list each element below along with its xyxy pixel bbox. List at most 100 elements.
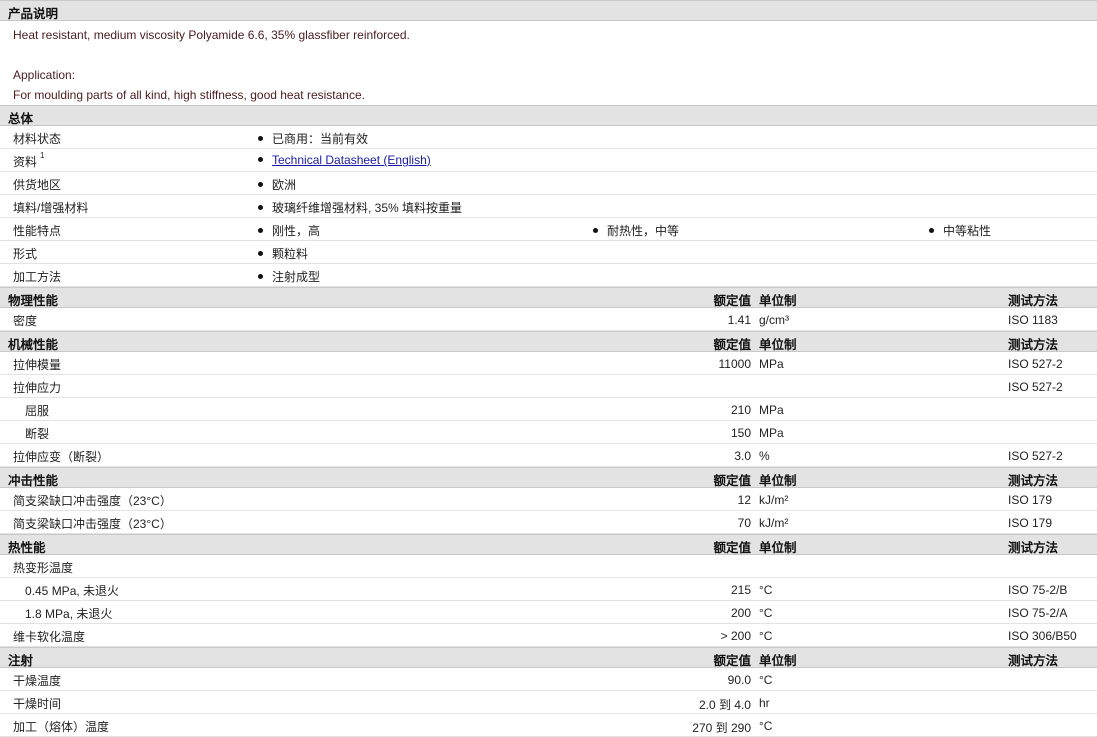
property-unit: °C — [759, 606, 773, 620]
test-method: ISO 527-2 — [1008, 449, 1063, 463]
section-title: 机械性能 — [8, 338, 59, 352]
section-header-thermal: 热性能 额定值 单位制 测试方法 — [0, 534, 1097, 555]
application-heading: Application: — [13, 68, 76, 82]
property-value: 90.0 — [727, 673, 751, 687]
column-header-value: 额定值 — [713, 474, 751, 488]
bullet-text: 玻璃纤维增强材料, 35% 填料按重量 — [272, 201, 463, 215]
test-method: ISO 1183 — [1008, 313, 1058, 327]
property-row: 热变形温度 — [0, 555, 1097, 578]
test-method: ISO 527-2 — [1008, 380, 1063, 394]
property-label: 0.45 MPa, 未退火 — [25, 584, 120, 598]
general-row: 材料状态 已商用：当前有效 — [0, 126, 1097, 149]
property-label: 干燥温度 — [13, 674, 62, 688]
property-unit: MPa — [759, 403, 784, 417]
column-header-value: 额定值 — [713, 338, 751, 352]
property-value: 200 — [730, 606, 751, 620]
property-value: 215 — [730, 583, 751, 597]
property-value: 210 — [730, 403, 751, 417]
section-title: 物理性能 — [8, 294, 59, 308]
general-row: 填料/增强材料 玻璃纤维增强材料, 35% 填料按重量 — [0, 195, 1097, 218]
column-header-unit: 单位制 — [759, 294, 797, 308]
bullet-text: 刚性，高 — [272, 224, 321, 238]
column-header-unit: 单位制 — [759, 654, 797, 668]
property-unit: hr — [759, 696, 770, 710]
general-rows: 材料状态 已商用：当前有效资料 1 Technical Datasheet (Engl… — [0, 126, 1097, 287]
property-row: 密度 1.41 g/cm³ ISO 1183 — [0, 308, 1097, 331]
property-value: 1.41 — [727, 313, 751, 327]
column-header-unit: 单位制 — [759, 338, 797, 352]
property-unit: kJ/m² — [759, 516, 789, 530]
footnote-marker: 1 — [40, 151, 45, 160]
bullet-text: 注射成型 — [272, 270, 321, 284]
property-value: 270 到 290 — [692, 721, 751, 735]
bullet-dot — [258, 136, 263, 142]
property-value: 3.0 — [734, 449, 751, 463]
property-label: 简支梁缺口冲击强度（23°C） — [13, 494, 172, 508]
bullet-text: 欧洲 — [272, 178, 297, 192]
test-method: ISO 179 — [1008, 493, 1053, 507]
property-unit: °C — [759, 673, 773, 687]
property-row: 拉伸模量 11000 MPa ISO 527-2 — [0, 352, 1097, 375]
application-text: For moulding parts of all kind, high sti… — [13, 88, 365, 102]
section-header-injection: 注射 额定值 单位制 测试方法 — [0, 647, 1097, 668]
section-header-general: 总体 — [0, 105, 1097, 126]
property-unit: °C — [759, 719, 773, 733]
bullet-dot — [258, 274, 263, 280]
property-row: 维卡软化温度 > 200 °C ISO 306/B50 — [0, 624, 1097, 647]
row-label: 加工方法 — [13, 270, 62, 284]
bullet-item: 中等粘性 — [929, 222, 991, 239]
section-header-impact: 冲击性能 额定值 单位制 测试方法 — [0, 467, 1097, 488]
general-row: 供货地区 欧洲 — [0, 172, 1097, 195]
row-label: 资料 1 — [13, 151, 45, 169]
test-method: ISO 527-2 — [1008, 357, 1063, 371]
property-unit: MPa — [759, 426, 784, 440]
general-row: 加工方法 注射成型 — [0, 264, 1097, 287]
bullet-dot — [593, 228, 598, 234]
column-header-method: 测试方法 — [1008, 338, 1059, 352]
property-row: 断裂 150 MPa — [0, 421, 1097, 444]
section-title: 产品说明 — [8, 7, 59, 21]
general-row: 性能特点 刚性，高 耐热性，中等 中等粘性 — [0, 218, 1097, 241]
property-value: > 200 — [720, 629, 751, 643]
column-header-unit: 单位制 — [759, 541, 797, 555]
property-value: 150 — [730, 426, 751, 440]
row-label: 形式 — [13, 247, 38, 261]
property-row: 简支梁缺口冲击强度（23°C） 12 kJ/m² ISO 179 — [0, 488, 1097, 511]
property-unit: kJ/m² — [759, 493, 789, 507]
column-header-method: 测试方法 — [1008, 294, 1059, 308]
test-method: ISO 75-2/B — [1008, 583, 1068, 597]
bullet-text: 颗粒料 — [272, 247, 309, 261]
property-label: 屈服 — [25, 404, 50, 418]
column-header-value: 额定值 — [713, 541, 751, 555]
test-method: ISO 179 — [1008, 516, 1053, 530]
bullet-dot — [258, 182, 263, 188]
property-row: 0.45 MPa, 未退火 215 °C ISO 75-2/B — [0, 578, 1097, 601]
bullet-item: 颗粒料 — [258, 245, 308, 262]
property-label: 拉伸应力 — [13, 381, 62, 395]
bullet-text: 耐热性，中等 — [607, 224, 680, 238]
column-header-unit: 单位制 — [759, 474, 797, 488]
bullet-dot — [258, 157, 263, 163]
bullet-text: 已商用：当前有效 — [272, 132, 369, 146]
property-label: 拉伸应变（断裂） — [13, 450, 110, 464]
property-label: 维卡软化温度 — [13, 630, 86, 644]
bullet-item: 已商用：当前有效 — [258, 130, 368, 147]
row-label: 填料/增强材料 — [13, 201, 89, 215]
column-header-value: 额定值 — [713, 294, 751, 308]
row-label: 材料状态 — [13, 132, 62, 146]
property-label: 密度 — [13, 314, 38, 328]
bullet-item: 注射成型 — [258, 268, 320, 285]
property-unit: °C — [759, 629, 773, 643]
property-value: 2.0 到 4.0 — [698, 698, 751, 712]
property-sections: 物理性能 额定值 单位制 测试方法 密度 1.41 g/cm³ ISO 1183 机械性能 额定值… — [0, 287, 1097, 737]
property-row: 1.8 MPa, 未退火 200 °C ISO 75-2/A — [0, 601, 1097, 624]
bullet-dot — [929, 228, 934, 234]
property-row: 干燥温度 90.0 °C — [0, 668, 1097, 691]
property-row: 简支梁缺口冲击强度（23°C） 70 kJ/m² ISO 179 — [0, 511, 1097, 534]
row-label: 供货地区 — [13, 178, 62, 192]
property-value: 12 — [737, 493, 751, 507]
datasheet-link[interactable]: Technical Datasheet (English) — [272, 153, 431, 167]
general-row: 资料 1 Technical Datasheet (English) — [0, 149, 1097, 172]
bullet-dot — [258, 251, 263, 257]
property-label: 加工（熔体）温度 — [13, 720, 110, 734]
